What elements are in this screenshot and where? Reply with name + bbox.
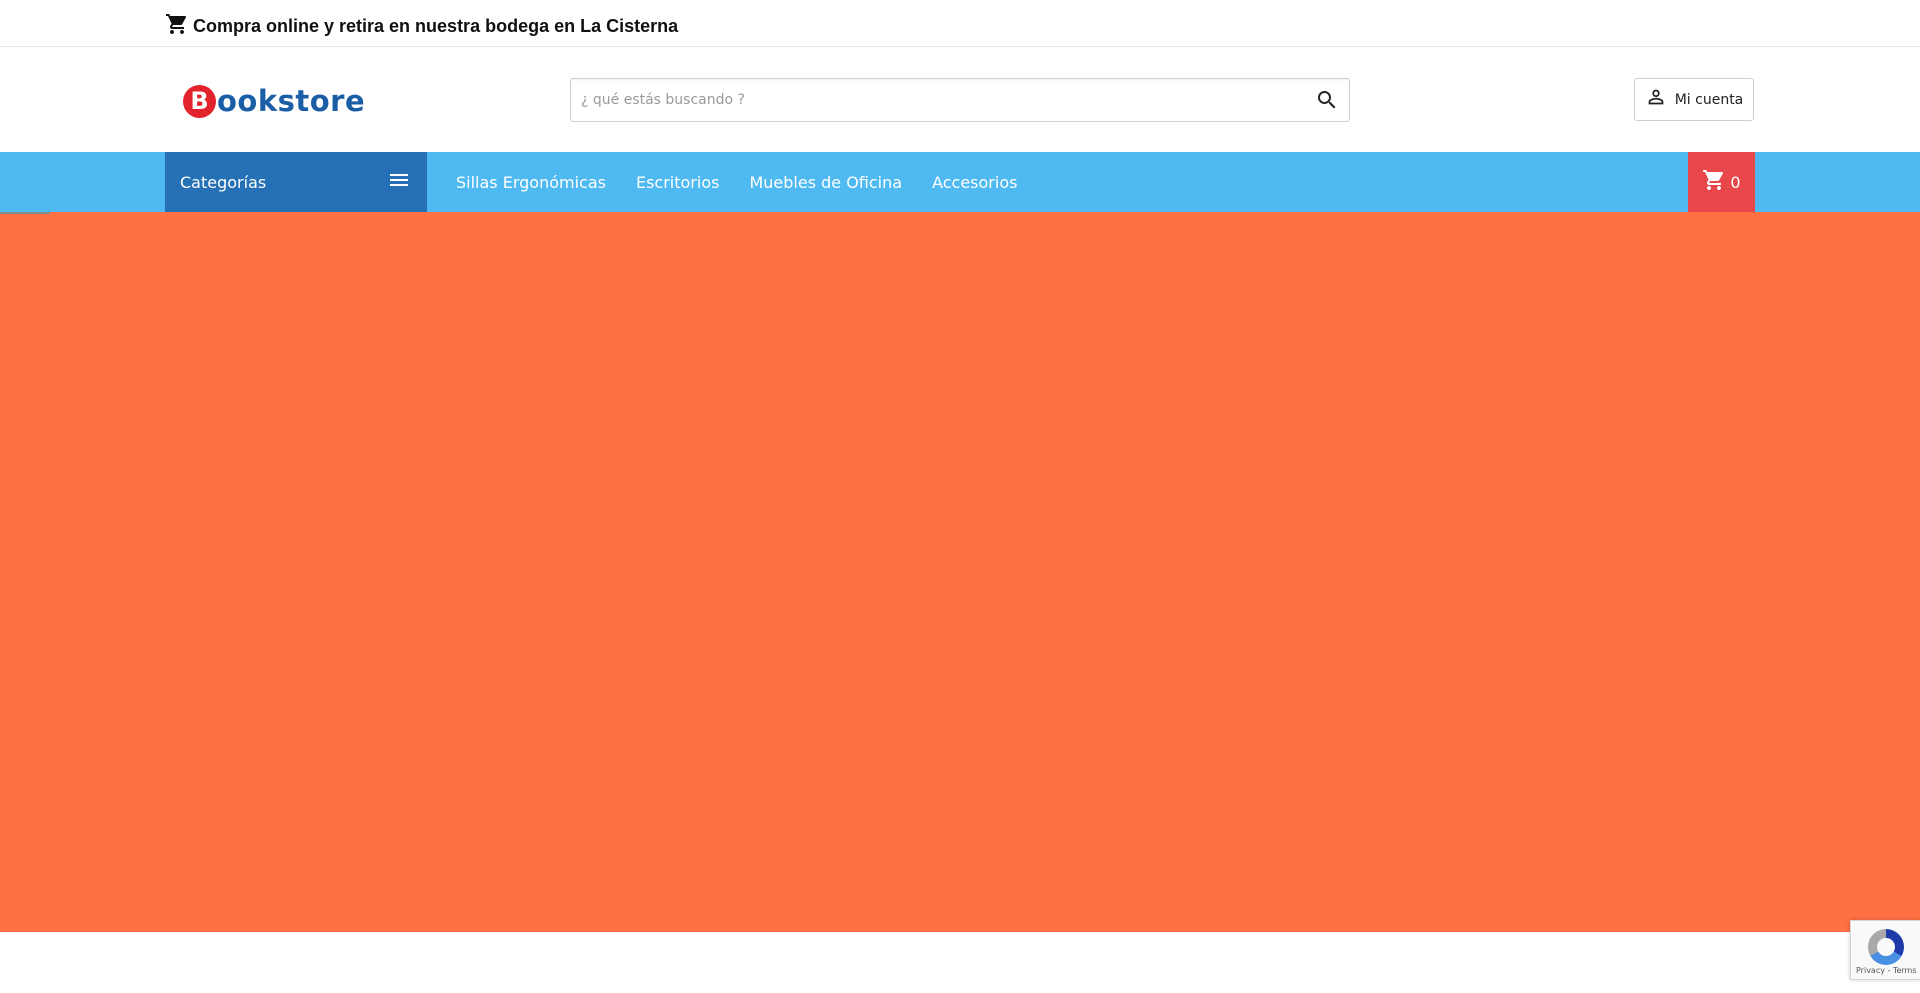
logo-text: ookstore [217,84,366,118]
announcement: Compra online y retira en nuestra bodega… [165,12,678,41]
cart-icon [165,12,193,41]
announcement-text: Compra online y retira en nuestra bodega… [193,16,679,36]
main-nav: Categorías Sillas Ergonómicas Escritorio… [0,152,1920,212]
header: B ookstore Mi cuenta [0,48,1920,152]
nav-link-accesorios[interactable]: Accesorios [932,173,1017,192]
account-button[interactable]: Mi cuenta [1634,78,1754,121]
nav-link-sillas-ergonomicas[interactable]: Sillas Ergonómicas [456,173,606,192]
recaptcha-footer[interactable]: Privacy - Terms [1856,966,1917,975]
recaptcha-icon [1868,929,1904,965]
account-label: Mi cuenta [1674,91,1744,108]
cart-icon [1702,168,1730,197]
nav-link-muebles-de-oficina[interactable]: Muebles de Oficina [749,173,902,192]
categories-label: Categorías [180,172,267,192]
nav-links: Sillas Ergonómicas Escritorios Muebles d… [456,152,1047,212]
menu-icon [387,168,411,197]
store-logo[interactable]: B ookstore [183,83,365,119]
search-box [570,78,1350,122]
cart-count: 0 [1730,172,1741,192]
hero-banner[interactable] [0,212,1920,932]
user-icon [1645,86,1675,113]
nav-link-escritorios[interactable]: Escritorios [636,173,719,192]
logo-initial: B [183,84,216,118]
search-icon[interactable] [1315,88,1339,112]
cart-button[interactable]: 0 [1688,152,1755,212]
categories-menu-button[interactable]: Categorías [165,152,427,212]
slider-progress [0,212,50,214]
recaptcha-badge[interactable]: Privacy - Terms [1850,920,1920,980]
announcement-bar: Compra online y retira en nuestra bodega… [0,0,1920,47]
search-input[interactable] [581,79,1281,121]
